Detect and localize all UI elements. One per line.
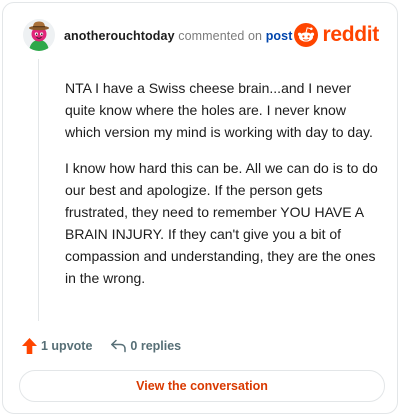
reddit-wordmark: reddit [322,23,379,46]
reply-arrow-icon [111,339,127,353]
thread-line [38,59,39,321]
comment-header: anotherouchtoday commented on post reddi… [23,19,381,53]
comment-paragraph: NTA I have a Swiss cheese brain...and I … [65,80,373,140]
comment-meta: anotherouchtoday commented on post [64,29,292,43]
commented-on-text: commented on [178,29,263,43]
comment-body: NTA I have a Swiss cheese brain...and I … [65,77,383,303]
upvote-button[interactable]: 1 upvote [21,337,92,355]
upvote-arrow-icon [22,338,37,354]
username-link[interactable]: anotherouchtoday [64,29,175,43]
embedded-comment-card: anotherouchtoday commented on post reddi… [2,2,398,414]
post-link[interactable]: post [266,29,293,43]
upvote-count: 1 upvote [41,339,93,353]
view-conversation-button[interactable]: View the conversation [19,370,385,402]
avatar-image [23,19,55,51]
user-avatar[interactable] [23,19,55,51]
reddit-snoo-icon [294,23,319,47]
comment-actions: 1 upvote 0 replies [21,335,181,357]
replies-button[interactable]: 0 replies [110,338,181,354]
comment-paragraph: I know how hard this can be. All we can … [65,160,378,286]
reddit-brand-link[interactable]: reddit [294,22,379,48]
reply-count: 0 replies [130,339,182,353]
